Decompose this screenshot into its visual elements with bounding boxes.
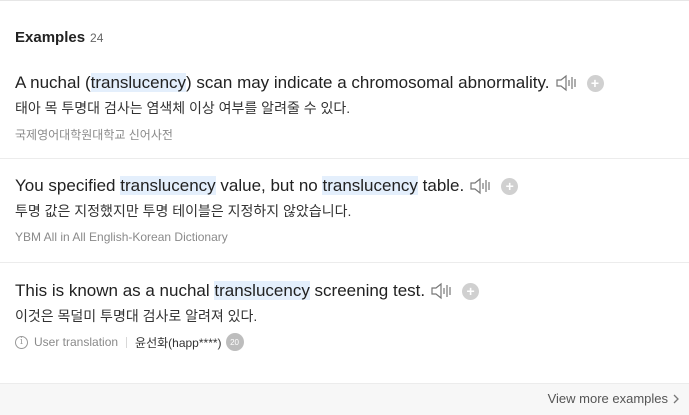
examples-title: Examples <box>15 29 86 46</box>
speaker-icon[interactable] <box>469 176 493 196</box>
add-to-wordbook-button[interactable]: + <box>462 282 480 300</box>
sentence-text: value, but no <box>215 176 323 195</box>
chevron-right-icon <box>673 394 679 403</box>
example-english: A nuchal (translucency) scan may indicat… <box>15 72 689 94</box>
source-label: 국제영어대학원대학교 신어사전 <box>15 127 173 142</box>
sentence-text: table. <box>417 176 465 195</box>
example-korean: 투명 값은 지정했지만 투명 테이블은 지정하지 않았습니다. <box>15 203 352 219</box>
sentence-text: You specified <box>15 176 121 195</box>
example-source: i User translation 윤선화(happ****) 20 <box>15 333 689 351</box>
add-to-wordbook-button[interactable]: + <box>501 177 519 195</box>
sentence-text: screening test. <box>309 281 426 300</box>
example-english: You specified translucency value, but no… <box>15 175 689 197</box>
examples-header: Examples 24 <box>15 29 103 46</box>
examples-count: 24 <box>90 31 104 45</box>
example-korean: 태아 목 투명대 검사는 염색체 이상 여부를 알려줄 수 있다. <box>15 100 351 116</box>
plus-icon: + <box>505 178 514 194</box>
add-to-wordbook-button[interactable]: + <box>586 74 604 92</box>
example-item: This is known as a nuchal translucency s… <box>0 262 689 351</box>
speaker-icon[interactable] <box>430 281 454 301</box>
speaker-icon[interactable] <box>555 73 579 93</box>
footer-bar: View more examples <box>0 384 689 415</box>
sentence-text: This is known as a nuchal <box>15 281 215 300</box>
highlighted-term: translucency <box>322 176 418 195</box>
highlighted-term: translucency <box>90 73 187 92</box>
sentence-text: A nuchal ( <box>15 73 91 92</box>
example-item: You specified translucency value, but no… <box>0 158 689 245</box>
info-icon[interactable]: i <box>15 335 28 349</box>
example-source: 국제영어대학원대학교 신어사전 <box>15 126 689 142</box>
example-item: A nuchal (translucency) scan may indicat… <box>15 72 689 142</box>
divider <box>0 158 689 159</box>
highlighted-term: translucency <box>120 176 216 195</box>
highlighted-term: translucency <box>214 281 310 300</box>
example-english: This is known as a nuchal translucency s… <box>15 280 689 302</box>
view-more-label: View more examples <box>547 391 668 406</box>
source-label: User translation <box>34 335 119 349</box>
plus-icon: + <box>466 283 475 299</box>
example-korean: 이것은 목덜미 투명대 검사로 알려져 있다. <box>15 308 258 324</box>
view-more-examples-link[interactable]: View more examples <box>548 391 681 406</box>
user-link[interactable]: 윤선화(happ****) <box>135 334 222 351</box>
source-label: YBM All in All English-Korean Dictionary <box>15 230 228 244</box>
divider <box>0 262 689 263</box>
separator <box>126 336 128 348</box>
plus-icon: + <box>590 75 600 91</box>
sentence-text: ) scan may indicate a chromosomal abnorm… <box>186 73 550 92</box>
user-level-badge: 20 <box>225 333 244 351</box>
top-divider <box>0 0 689 1</box>
example-source: YBM All in All English-Korean Dictionary <box>15 229 689 245</box>
